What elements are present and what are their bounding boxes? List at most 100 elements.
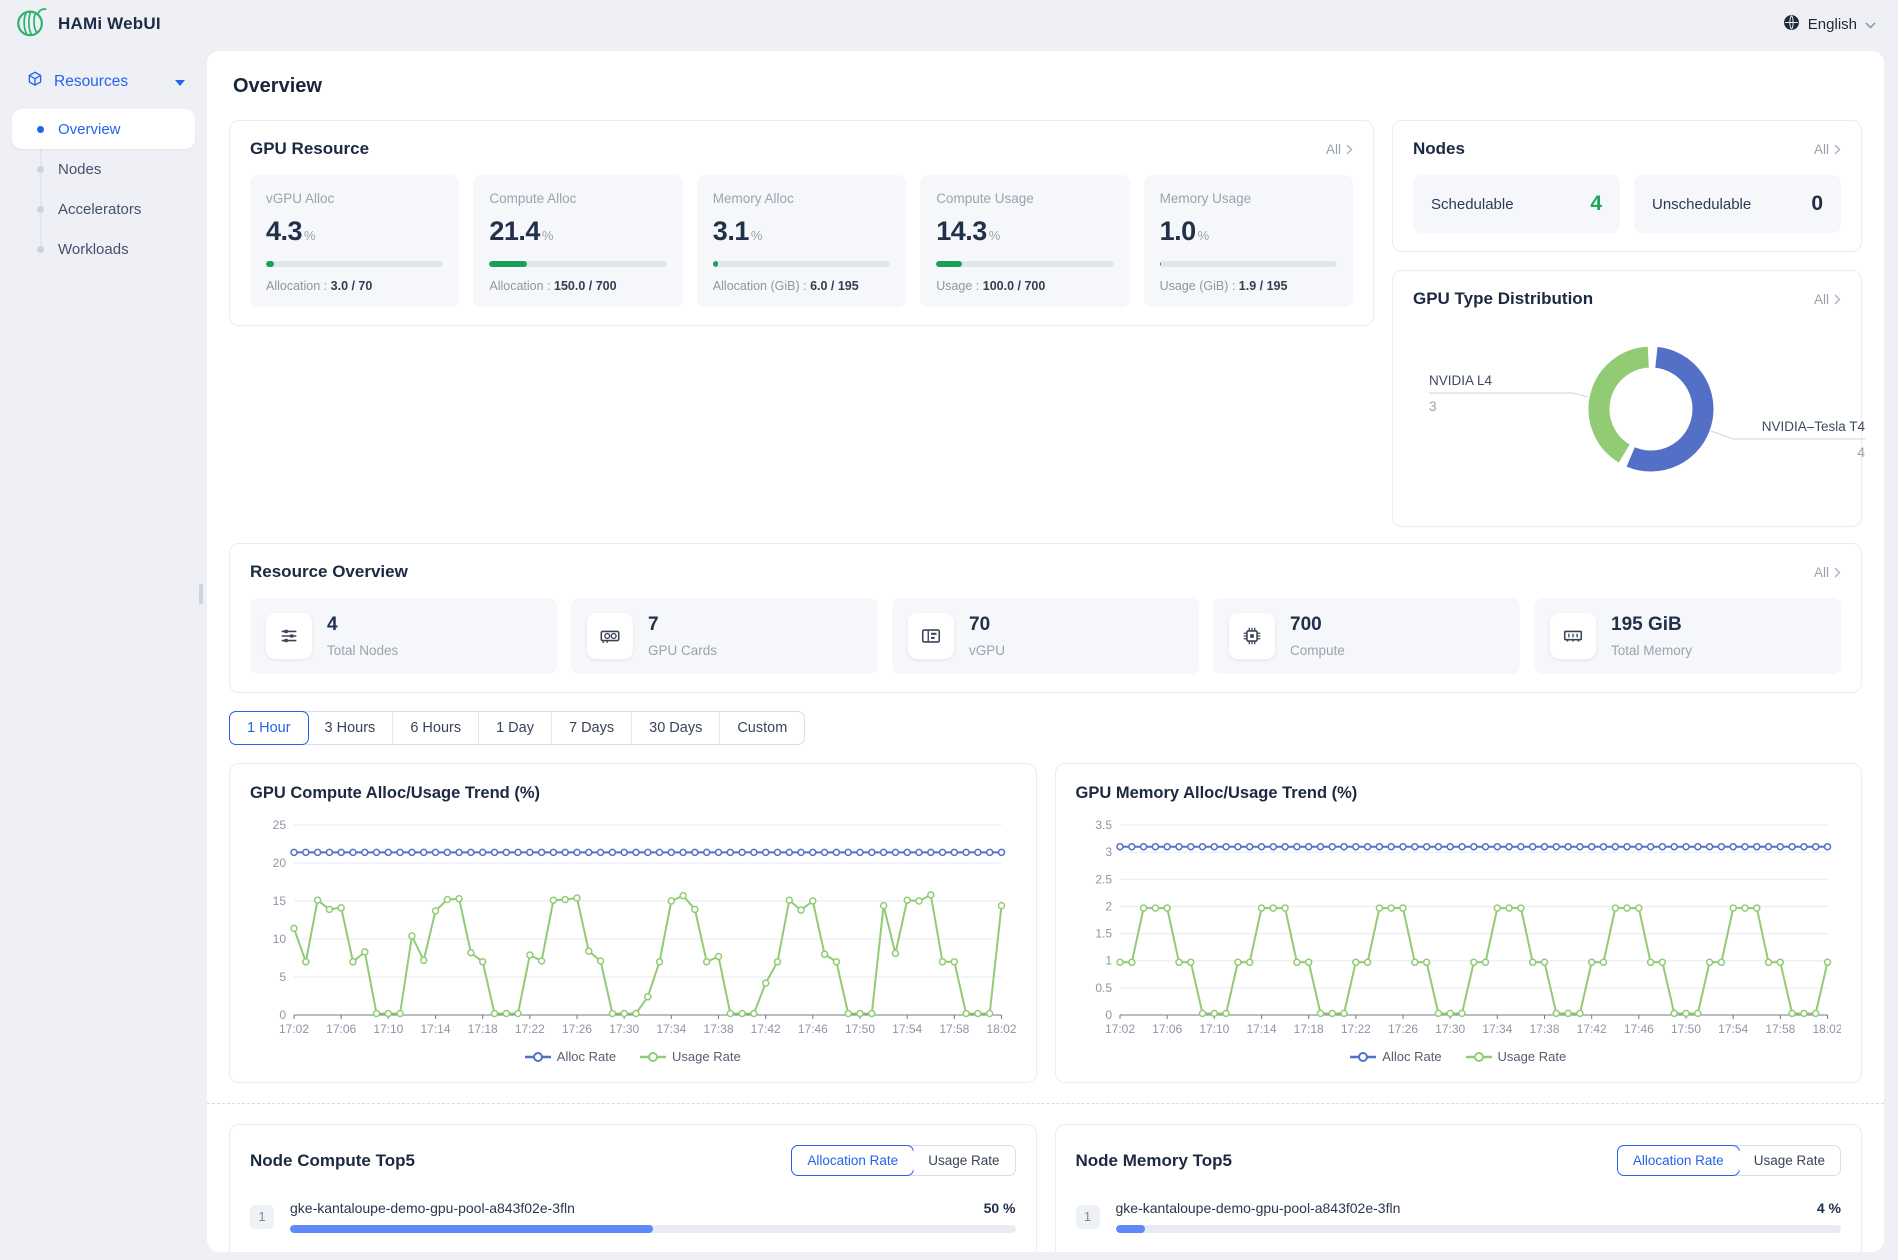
stat-label: vGPU Alloc [266, 191, 443, 206]
resource-overview-item: 70 vGPU [892, 598, 1199, 674]
gpu-type-distribution-card: GPU Type Distribution All NVIDIA L43NVID… [1392, 270, 1862, 527]
svg-text:17:02: 17:02 [1104, 1022, 1134, 1036]
node-rate-value: 50 % [984, 1200, 1016, 1216]
language-selector[interactable]: English [1783, 14, 1876, 35]
nodes-all-link[interactable]: All [1814, 142, 1841, 157]
svg-text:18:02: 18:02 [986, 1022, 1015, 1036]
toggle-usage-rate[interactable]: Usage Rate [913, 1146, 1014, 1175]
legend-item-alloc-rate[interactable]: Alloc Rate [525, 1049, 616, 1064]
svg-text:17:14: 17:14 [1246, 1022, 1276, 1036]
gpu-type-all-link[interactable]: All [1814, 292, 1841, 307]
svg-text:17:50: 17:50 [1670, 1022, 1700, 1036]
toggle-allocation-rate[interactable]: Allocation Rate [791, 1145, 914, 1176]
svg-text:17:06: 17:06 [326, 1022, 356, 1036]
gpu-resource-all-link[interactable]: All [1326, 142, 1353, 157]
svg-text:17:42: 17:42 [1576, 1022, 1606, 1036]
legend-item-usage-rate[interactable]: Usage Rate [1466, 1049, 1567, 1064]
stat-detail: Allocation (GiB) : 6.0 / 195 [713, 279, 890, 293]
bullet-dot-icon [37, 246, 44, 253]
top5-row-item: 1 gke-kantaloupe-demo-gpu-pool-a843f02e-… [1076, 1200, 1842, 1233]
gpu-stat-card: Memory Alloc 3.1% Allocation (GiB) : 6.0… [697, 175, 906, 307]
sidebar-resize-handle[interactable] [199, 584, 203, 604]
resource-value: 700 [1290, 614, 1345, 636]
node-name: gke-kantaloupe-demo-gpu-pool-a843f02e-3f… [1116, 1200, 1401, 1216]
svg-text:17:46: 17:46 [1623, 1022, 1653, 1036]
app-title: HAMi WebUI [58, 14, 161, 34]
svg-text:17:58: 17:58 [1765, 1022, 1795, 1036]
trend-chart-card: GPU Compute Alloc/Usage Trend (%) 051015… [229, 763, 1037, 1083]
stat-value: 14.3% [936, 216, 1113, 247]
resource-label: Total Nodes [327, 643, 398, 658]
top5-row-item: 1 gke-kantaloupe-demo-gpu-pool-a843f02e-… [250, 1200, 1016, 1233]
svg-text:17:58: 17:58 [939, 1022, 969, 1036]
sidebar-group-label: Resources [54, 73, 165, 91]
nodes-title: Nodes [1413, 139, 1465, 159]
stat-detail: Allocation : 3.0 / 70 [266, 279, 443, 293]
time-tab-6-hours[interactable]: 6 Hours [392, 712, 478, 744]
resource-value: 7 [648, 614, 717, 636]
svg-text:0: 0 [279, 1008, 286, 1022]
trend-charts-row: GPU Compute Alloc/Usage Trend (%) 051015… [229, 763, 1862, 1083]
sidebar-group-resources[interactable]: Resources [12, 62, 195, 101]
legend-marker-icon [640, 1052, 666, 1062]
chart-legend: Alloc Rate Usage Rate [250, 1045, 1016, 1072]
gpu-resource-title: GPU Resource [250, 139, 369, 159]
chevron-right-icon [1834, 294, 1841, 305]
resource-value: 70 [969, 614, 1005, 636]
time-tab-30-days[interactable]: 30 Days [631, 712, 719, 744]
sidebar-item-workloads[interactable]: Workloads [12, 229, 195, 269]
sidebar: Resources Overview Nodes Accelerators Wo… [0, 48, 207, 1260]
legend-item-alloc-rate[interactable]: Alloc Rate [1350, 1049, 1441, 1064]
svg-text:17:06: 17:06 [1152, 1022, 1182, 1036]
unschedulable-value: 0 [1811, 192, 1823, 216]
stat-detail: Usage : 100.0 / 700 [936, 279, 1113, 293]
resource-overview-all-link[interactable]: All [1814, 565, 1841, 580]
sidebar-item-overview[interactable]: Overview [12, 109, 195, 149]
bullet-dot-icon [37, 206, 44, 213]
svg-text:20: 20 [273, 856, 287, 870]
stat-detail: Allocation : 150.0 / 700 [489, 279, 666, 293]
gpu-stat-card: Compute Usage 14.3% Usage : 100.0 / 700 [920, 175, 1129, 307]
resource-label: Total Memory [1611, 643, 1692, 658]
rank-badge: 1 [250, 1205, 274, 1229]
stat-label: Memory Alloc [713, 191, 890, 206]
unschedulable-label: Unschedulable [1652, 196, 1751, 213]
svg-text:2: 2 [1105, 899, 1112, 913]
page-title: Overview [233, 75, 1862, 98]
svg-text:18:02: 18:02 [1812, 1022, 1841, 1036]
resource-value: 4 [327, 614, 398, 636]
rate-toggle-group: Allocation RateUsage Rate [791, 1145, 1015, 1176]
time-tab-7-days[interactable]: 7 Days [551, 712, 631, 744]
main-panel: Overview GPU Resource All vGPU Alloc 4.3… [207, 51, 1884, 1252]
chevron-right-icon [1834, 567, 1841, 578]
chart-legend: Alloc Rate Usage Rate [1076, 1045, 1842, 1072]
total-nodes-icon [266, 613, 312, 659]
schedulable-box: Schedulable 4 [1413, 175, 1620, 233]
stat-detail: Usage (GiB) : 1.9 / 195 [1160, 279, 1337, 293]
svg-text:15: 15 [273, 894, 287, 908]
time-tab-custom[interactable]: Custom [719, 712, 804, 744]
section-divider [207, 1103, 1884, 1104]
toggle-allocation-rate[interactable]: Allocation Rate [1617, 1145, 1740, 1176]
caret-down-icon [175, 73, 185, 91]
time-tab-3-hours[interactable]: 3 Hours [308, 712, 393, 744]
svg-text:3: 3 [1105, 845, 1112, 859]
svg-text:1: 1 [1105, 954, 1112, 968]
time-tab-1-day[interactable]: 1 Day [478, 712, 551, 744]
gpu-stat-card: vGPU Alloc 4.3% Allocation : 3.0 / 70 [250, 175, 459, 307]
toggle-usage-rate[interactable]: Usage Rate [1739, 1146, 1840, 1175]
time-tab-1-hour[interactable]: 1 Hour [229, 711, 309, 745]
gpu-resource-stats: vGPU Alloc 4.3% Allocation : 3.0 / 70 Co… [250, 175, 1353, 307]
legend-item-usage-rate[interactable]: Usage Rate [640, 1049, 741, 1064]
donut-label-left: NVIDIA L4 [1429, 373, 1493, 388]
cube-icon [26, 70, 44, 93]
sidebar-item-label: Accelerators [58, 201, 141, 218]
svg-text:2.5: 2.5 [1095, 872, 1112, 886]
svg-text:17:18: 17:18 [1293, 1022, 1323, 1036]
sidebar-item-accelerators[interactable]: Accelerators [12, 189, 195, 229]
sidebar-item-nodes[interactable]: Nodes [12, 149, 195, 189]
svg-text:3.5: 3.5 [1095, 818, 1112, 832]
vgpu-icon [908, 613, 954, 659]
legend-marker-icon [1466, 1052, 1492, 1062]
top5-row: Node Compute Top5 Allocation RateUsage R… [229, 1124, 1862, 1252]
